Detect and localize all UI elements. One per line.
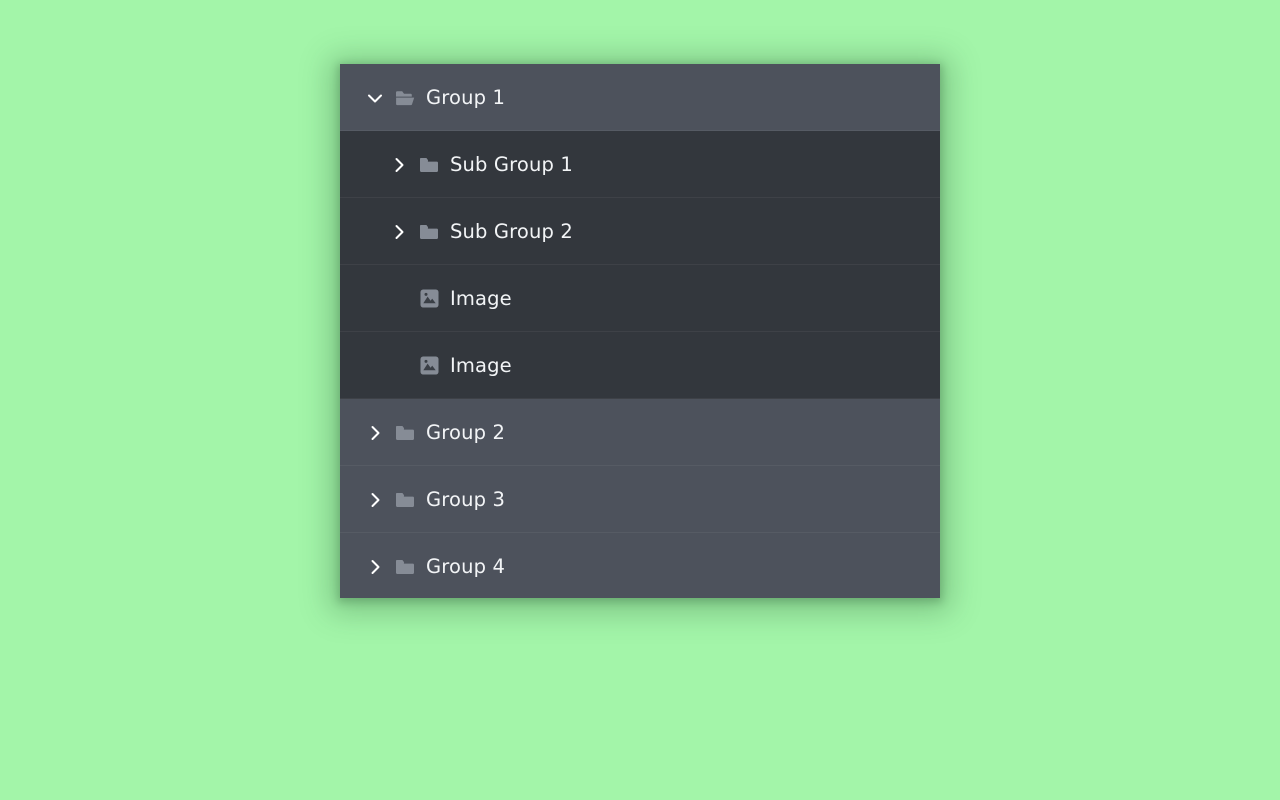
- tree-row[interactable]: Sub Group 1: [340, 131, 940, 198]
- tree-row-label: Group 4: [426, 554, 506, 578]
- tree-row[interactable]: Image: [340, 332, 940, 399]
- tree-row[interactable]: Image: [340, 265, 940, 332]
- tree-row-inner: Group 3: [340, 466, 940, 533]
- chevron-right-icon[interactable]: [362, 554, 388, 580]
- tree-row-label: Image: [450, 286, 512, 310]
- image-icon: [416, 286, 442, 312]
- tree-row[interactable]: Sub Group 2: [340, 198, 940, 265]
- tree-row-label: Image: [450, 353, 512, 377]
- tree-row-inner: Group 1: [340, 64, 940, 131]
- tree-row-inner: Image: [340, 265, 940, 332]
- folder-closed-icon: [392, 554, 418, 580]
- chevron-down-icon[interactable]: [362, 85, 388, 111]
- tree-row-inner: Sub Group 1: [340, 131, 940, 198]
- folder-closed-icon: [416, 219, 442, 245]
- chevron-right-icon[interactable]: [386, 219, 412, 245]
- tree-row-inner: Image: [340, 332, 940, 399]
- chevron-right-icon[interactable]: [362, 487, 388, 513]
- tree-row-label: Group 1: [426, 85, 506, 109]
- tree-row[interactable]: Group 1: [340, 64, 940, 131]
- screen: Group 1 Sub Group 1 Sub Group 2 Image Image G…: [0, 0, 1280, 800]
- tree-row-label: Sub Group 1: [450, 152, 573, 176]
- tree-row-label: Sub Group 2: [450, 219, 573, 243]
- chevron-right-icon[interactable]: [386, 152, 412, 178]
- tree-row-inner: Sub Group 2: [340, 198, 940, 265]
- tree-row[interactable]: Group 3: [340, 466, 940, 533]
- folder-closed-icon: [416, 152, 442, 178]
- tree-row-inner: Group 4: [340, 533, 940, 598]
- folder-closed-icon: [392, 487, 418, 513]
- tree-row-inner: Group 2: [340, 399, 940, 466]
- tree-view-panel: Group 1 Sub Group 1 Sub Group 2 Image Image G…: [340, 64, 940, 598]
- tree-row[interactable]: Group 4: [340, 533, 940, 598]
- tree-row[interactable]: Group 2: [340, 399, 940, 466]
- tree-row-label: Group 2: [426, 420, 506, 444]
- chevron-right-icon[interactable]: [362, 420, 388, 446]
- tree-row-label: Group 3: [426, 487, 506, 511]
- folder-open-icon: [392, 85, 418, 111]
- image-icon: [416, 353, 442, 379]
- folder-closed-icon: [392, 420, 418, 446]
